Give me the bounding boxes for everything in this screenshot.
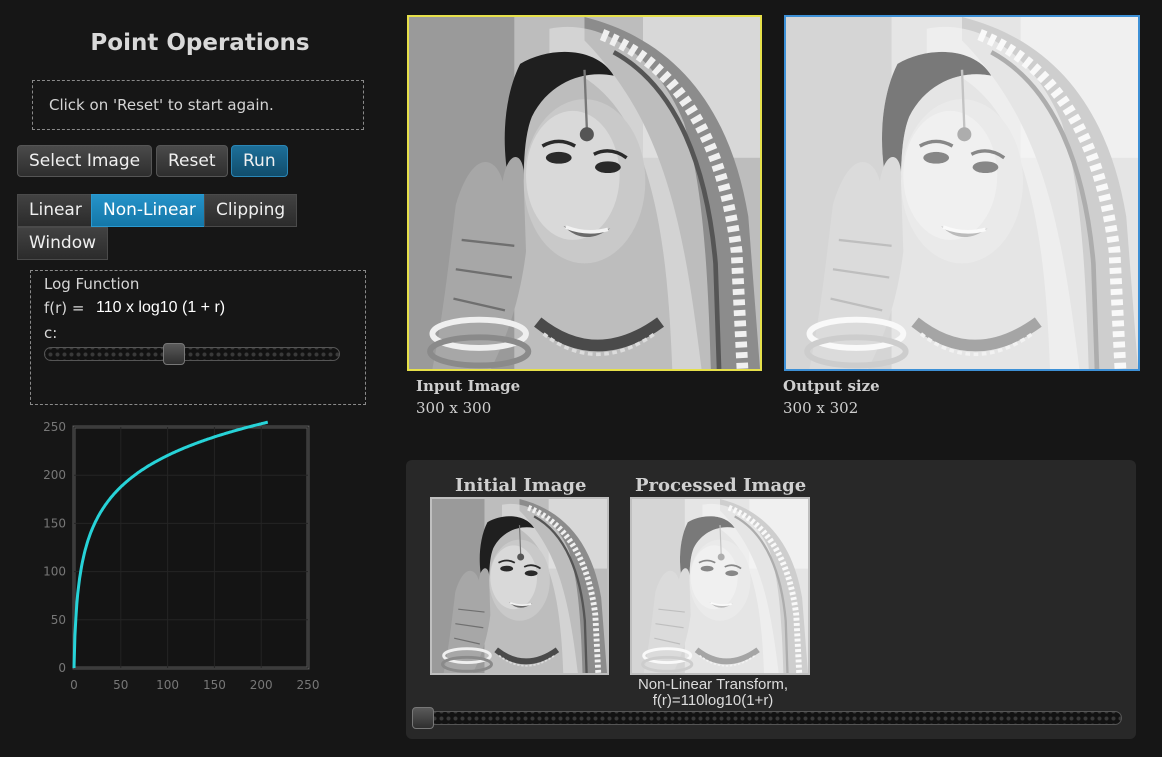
y-tick-label: 150 — [43, 516, 66, 530]
transform-caption: Non-Linear Transform, f(r)=110log10(1+r) — [620, 677, 806, 709]
tab-clipping[interactable]: Clipping — [204, 194, 298, 227]
reset-button[interactable]: Reset — [156, 145, 228, 177]
processed-image-picture — [632, 499, 808, 673]
formula-value: 110 x log10 (1 + r) — [96, 299, 226, 316]
initial-image-thumbnail — [430, 497, 609, 675]
processed-image-title: Processed Image — [635, 475, 807, 496]
y-tick-label: 100 — [43, 565, 66, 579]
log-function-title: Log Function — [44, 275, 140, 293]
comparison-slider-track[interactable] — [414, 711, 1122, 725]
input-image[interactable] — [407, 15, 762, 371]
page-title: Point Operations — [90, 30, 310, 56]
transform-caption-line2: f(r)=110log10(1+r) — [652, 692, 774, 709]
tab-non-linear[interactable]: Non-Linear — [91, 194, 208, 227]
transform-curve-chart: 0 50 100 150 200 250 0 50 100 150 200 250 — [43, 420, 319, 692]
select-image-button[interactable]: Select Image — [17, 145, 153, 177]
input-image-title: Input Image — [416, 377, 521, 395]
output-image-picture — [786, 17, 1138, 369]
c-slider-handle[interactable] — [163, 343, 186, 365]
comparison-slider-handle[interactable] — [412, 707, 434, 729]
y-tick-label: 0 — [58, 661, 66, 675]
c-slider-track[interactable] — [44, 347, 340, 361]
initial-image-title: Initial Image — [455, 475, 587, 496]
c-label: c: — [44, 324, 58, 342]
chart-x-ticks: 0 50 100 150 200 250 — [70, 678, 319, 692]
transform-caption-line1: Non-Linear Transform, — [637, 676, 789, 693]
chart-y-ticks: 0 50 100 150 200 250 — [43, 420, 66, 675]
run-button[interactable]: Run — [231, 145, 288, 177]
y-tick-label: 50 — [51, 613, 66, 627]
input-image-picture — [409, 17, 760, 369]
status-message: Click on 'Reset' to start again. — [32, 80, 364, 130]
y-tick-label: 200 — [43, 468, 66, 482]
tab-linear[interactable]: Linear — [17, 194, 94, 227]
tab-window[interactable]: Window — [17, 227, 109, 260]
output-image-size: 300 x 302 — [783, 399, 859, 417]
output-image[interactable] — [784, 15, 1140, 371]
processed-image-thumbnail — [630, 497, 810, 675]
initial-image-picture — [432, 499, 607, 673]
x-tick-label: 0 — [70, 678, 78, 692]
formula-label: f(r) = — [44, 299, 85, 317]
x-tick-label: 250 — [297, 678, 320, 692]
x-tick-label: 50 — [113, 678, 128, 692]
input-image-size: 300 x 300 — [416, 399, 492, 417]
y-tick-label: 250 — [43, 420, 66, 434]
chart-plot-area — [72, 425, 310, 670]
output-image-title: Output size — [783, 377, 880, 395]
x-tick-label: 150 — [203, 678, 226, 692]
x-tick-label: 200 — [250, 678, 273, 692]
x-tick-label: 100 — [156, 678, 179, 692]
